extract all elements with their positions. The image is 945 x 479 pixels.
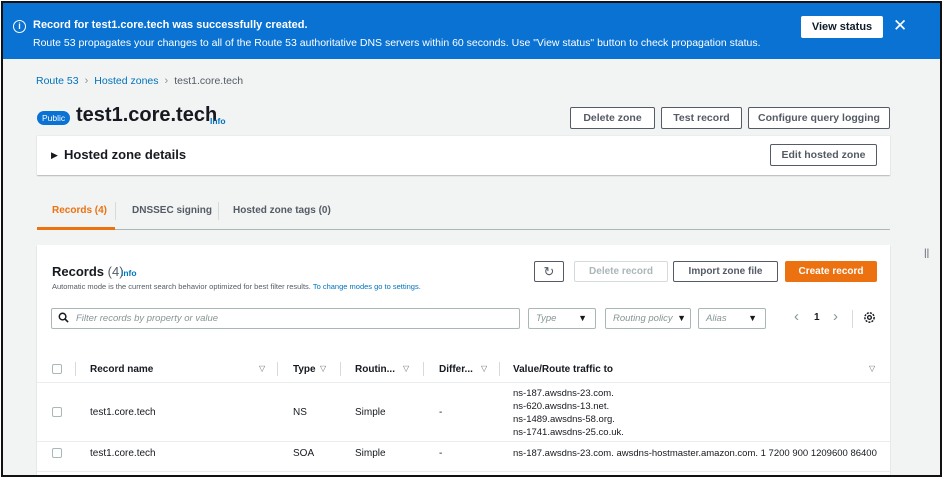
view-status-button[interactable]: View status [801, 16, 883, 38]
column-divider [75, 362, 76, 376]
breadcrumb-current: test1.core.tech [174, 75, 244, 87]
routing-policy-dropdown[interactable]: Routing policy ▼ [605, 308, 691, 329]
caret-down-icon: ▼ [748, 313, 757, 323]
record-type-cell: NS [293, 407, 307, 418]
tab-hosted-zone-tags[interactable]: Hosted zone tags (0) [233, 205, 331, 216]
refresh-icon[interactable]: ↻ [534, 261, 564, 282]
create-record-button[interactable]: Create record [785, 261, 877, 282]
tab-dnssec-signing[interactable]: DNSSEC signing [132, 205, 212, 216]
records-description-text: Automatic mode is the current search beh… [52, 282, 311, 291]
column-divider [499, 362, 500, 376]
hosted-zone-details-panel: ▶ Hosted zone details Edit hosted zone [37, 135, 890, 175]
close-icon[interactable]: ✕ [893, 15, 907, 37]
column-divider [340, 362, 341, 376]
tab-bar: Records (4) DNSSEC signing Hosted zone t… [37, 196, 890, 230]
records-heading: Records (4) [52, 264, 124, 279]
delete-record-button[interactable]: Delete record [574, 261, 668, 282]
caret-down-icon: ▼ [578, 313, 587, 323]
column-header-record-name[interactable]: Record name [90, 364, 153, 375]
page-title: test1.core.tech [76, 104, 218, 126]
records-table-header: Record name ▽ Type ▽ Routin... ▽ Differ.… [37, 355, 890, 383]
test-record-button[interactable]: Test record [661, 107, 742, 129]
previous-page-icon[interactable]: ‹ [794, 308, 799, 325]
pager-divider [852, 310, 853, 328]
record-value-line: ns-620.awsdns-13.net. [513, 401, 610, 412]
console-window: i Record for test1.core.tech was success… [1, 1, 942, 477]
flash-title: Record for test1.core.tech was successfu… [33, 19, 308, 31]
record-value-line: ns-1741.awsdns-25.co.uk. [513, 427, 624, 438]
records-info-link[interactable]: Info [121, 268, 137, 278]
routing-policy-dropdown-label: Routing policy [613, 313, 673, 324]
tab-records[interactable]: Records (4) [52, 205, 107, 216]
differentiator-cell: - [439, 407, 443, 418]
sort-icon[interactable]: ▽ [481, 364, 487, 373]
row-checkbox[interactable] [52, 448, 62, 458]
sort-icon[interactable]: ▽ [869, 364, 875, 373]
flash-message: Route 53 propagates your changes to all … [33, 37, 761, 49]
caret-down-icon: ▼ [677, 313, 686, 323]
record-value-line: ns-1489.awsdns-58.org. [513, 414, 615, 425]
current-page-number[interactable]: 1 [814, 312, 820, 323]
title-info-link[interactable]: Info [210, 116, 226, 126]
type-dropdown[interactable]: Type ▼ [528, 308, 596, 329]
gear-icon[interactable] [863, 311, 876, 324]
caret-right-icon[interactable]: ▶ [51, 150, 58, 161]
row-checkbox[interactable] [52, 407, 62, 417]
records-panel: Records (4) Info Automatic mode is the c… [37, 245, 890, 475]
public-badge: Public [37, 111, 71, 125]
record-type-cell: SOA [293, 448, 315, 459]
active-tab-indicator [37, 227, 115, 230]
chevron-right-icon: › [164, 75, 169, 87]
records-description: Automatic mode is the current search beh… [52, 282, 421, 291]
search-icon [58, 312, 69, 323]
filter-records-input[interactable]: Filter records by property or value [51, 308, 520, 329]
sort-icon[interactable]: ▽ [320, 364, 326, 373]
type-dropdown-label: Type [536, 313, 557, 324]
split-panel-handle-icon[interactable]: || [924, 248, 929, 259]
tab-divider [218, 202, 219, 220]
breadcrumb-route53[interactable]: Route 53 [36, 75, 79, 87]
breadcrumb-hosted-zones[interactable]: Hosted zones [94, 75, 158, 87]
record-name-cell: test1.core.tech [90, 407, 156, 418]
column-header-type[interactable]: Type [293, 364, 316, 375]
sort-icon[interactable]: ▽ [259, 364, 265, 373]
info-icon: i [13, 20, 26, 33]
breadcrumb: Route 53 › Hosted zones › test1.core.tec… [36, 75, 243, 87]
sort-icon[interactable]: ▽ [403, 364, 409, 373]
record-value-cell: ns-187.awsdns-23.com. ns-620.awsdns-13.n… [513, 387, 624, 439]
column-divider [423, 362, 424, 376]
alias-dropdown[interactable]: Alias ▼ [698, 308, 766, 329]
configure-query-logging-button[interactable]: Configure query logging [748, 107, 890, 129]
import-zone-file-button[interactable]: Import zone file [673, 261, 778, 282]
tab-divider [115, 202, 116, 220]
column-divider [277, 362, 278, 376]
chevron-right-icon: › [84, 75, 89, 87]
table-row[interactable]: test1.core.tech SOA Simple - ns-187.awsd… [37, 442, 890, 472]
select-all-checkbox[interactable] [52, 364, 62, 374]
edit-hosted-zone-button[interactable]: Edit hosted zone [770, 144, 877, 166]
column-header-differ[interactable]: Differ... [439, 364, 473, 375]
table-row[interactable]: test1.core.tech NS Simple - ns-187.awsdn… [37, 383, 890, 442]
records-title: Records [52, 264, 105, 279]
delete-zone-button[interactable]: Delete zone [570, 107, 655, 129]
alias-dropdown-label: Alias [706, 313, 727, 324]
next-page-icon[interactable]: › [833, 308, 838, 325]
record-value-line: ns-187.awsdns-23.com. [513, 388, 614, 399]
record-name-cell: test1.core.tech [90, 448, 156, 459]
column-header-value[interactable]: Value/Route traffic to [513, 364, 613, 375]
change-modes-link[interactable]: To change modes go to settings. [313, 282, 421, 291]
record-value-cell: ns-187.awsdns-23.com. awsdns-hostmaster.… [513, 448, 877, 459]
filter-placeholder: Filter records by property or value [76, 313, 219, 324]
differentiator-cell: - [439, 448, 443, 459]
routing-policy-cell: Simple [355, 448, 386, 459]
routing-policy-cell: Simple [355, 407, 386, 418]
column-header-routing[interactable]: Routin... [355, 364, 395, 375]
success-flash-banner: i Record for test1.core.tech was success… [3, 3, 940, 59]
hosted-zone-details-toggle[interactable]: Hosted zone details [64, 147, 186, 162]
